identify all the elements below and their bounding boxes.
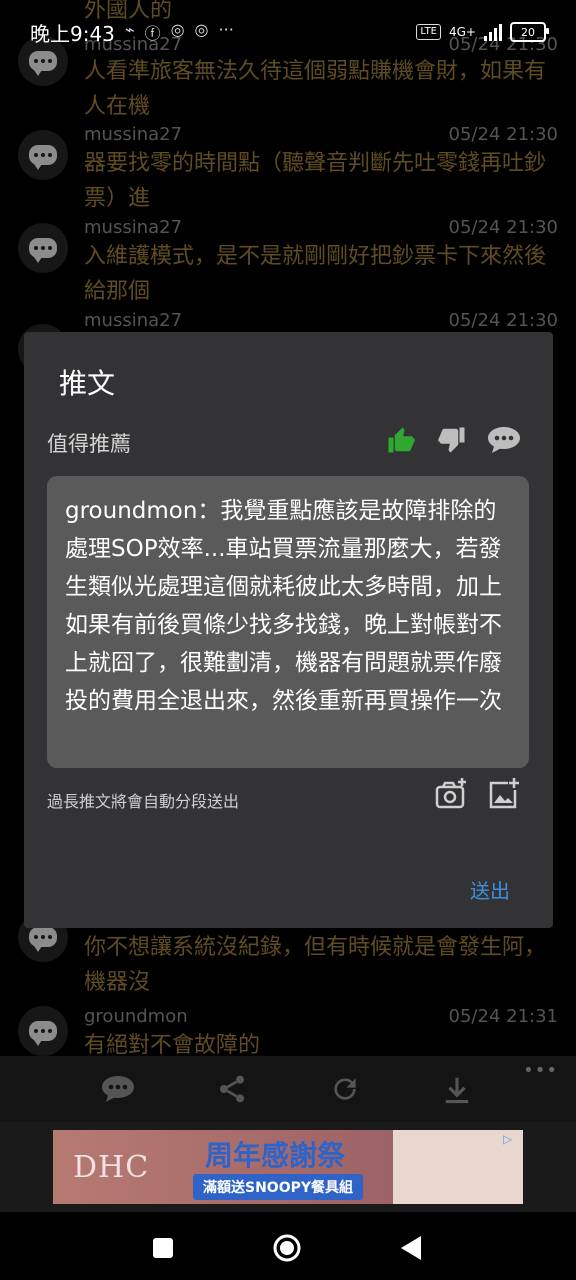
comment-input[interactable]: groundmon：我覺重點應該是故障排除的處理SOP效率...車站買票流量那麼… [47, 476, 529, 768]
home-icon[interactable] [269, 1230, 305, 1266]
recommend-label: 值得推薦 [47, 432, 131, 456]
image-add-icon[interactable] [486, 777, 522, 813]
signal-icon [484, 23, 502, 41]
length-hint: 過長推文將會自動分段送出 [47, 792, 240, 811]
recents-icon[interactable] [145, 1230, 181, 1266]
thumb-down-icon[interactable] [434, 422, 470, 458]
ad-title: 周年感謝祭 [205, 1139, 346, 1172]
chrome-icon: ◎ [194, 20, 209, 39]
ad-subtitle: 滿額送SNOOPY餐具組 [193, 1174, 364, 1200]
refresh-icon[interactable] [325, 1069, 365, 1109]
ad-choices-icon[interactable]: ▷ [503, 1132, 519, 1148]
comment-input-text: groundmon：我覺重點應該是故障排除的處理SOP效率...車站買票流量那麼… [65, 498, 502, 714]
more-icon[interactable]: ••• [523, 1060, 558, 1081]
status-bar: 晚上9:43 ⌁ ⓕ ◎ ◎ ··· LTE 4G+ 20 [0, 0, 576, 64]
ad-container: DHC 周年感謝祭 滿額送SNOOPY餐具組 ▷ [0, 1122, 576, 1212]
signal-off-icon: ⌁ [124, 20, 135, 39]
dialog-title: 推文 [59, 367, 116, 400]
battery-icon: 20 [510, 22, 549, 42]
share-icon[interactable] [212, 1069, 252, 1109]
system-nav-bar [0, 1212, 576, 1280]
camera-add-icon[interactable] [434, 777, 470, 813]
back-icon[interactable] [393, 1230, 429, 1266]
clock: 晚上9:43 [30, 21, 115, 46]
send-button[interactable]: 送出 [470, 875, 510, 904]
comment-icon[interactable] [98, 1069, 138, 1109]
network-type: 4G+ [449, 25, 476, 39]
download-icon[interactable] [437, 1069, 477, 1109]
push-comment-dialog: 推文 值得推薦 groundmon：我覺重點應該是故障排除的處理SOP效率...… [24, 332, 553, 928]
volte-badge: LTE [416, 24, 441, 40]
more-notifications-icon: ··· [218, 20, 234, 39]
bottom-toolbar: ••• [0, 1056, 576, 1122]
thumb-up-icon[interactable] [383, 422, 419, 458]
ad-brand: DHC [73, 1150, 150, 1185]
chrome-icon: ◎ [170, 20, 185, 39]
comment-arrow-icon[interactable] [486, 422, 522, 458]
ad-banner[interactable]: DHC 周年感謝祭 滿額送SNOOPY餐具組 ▷ [53, 1130, 523, 1204]
facebook-icon: ⓕ [144, 24, 161, 43]
